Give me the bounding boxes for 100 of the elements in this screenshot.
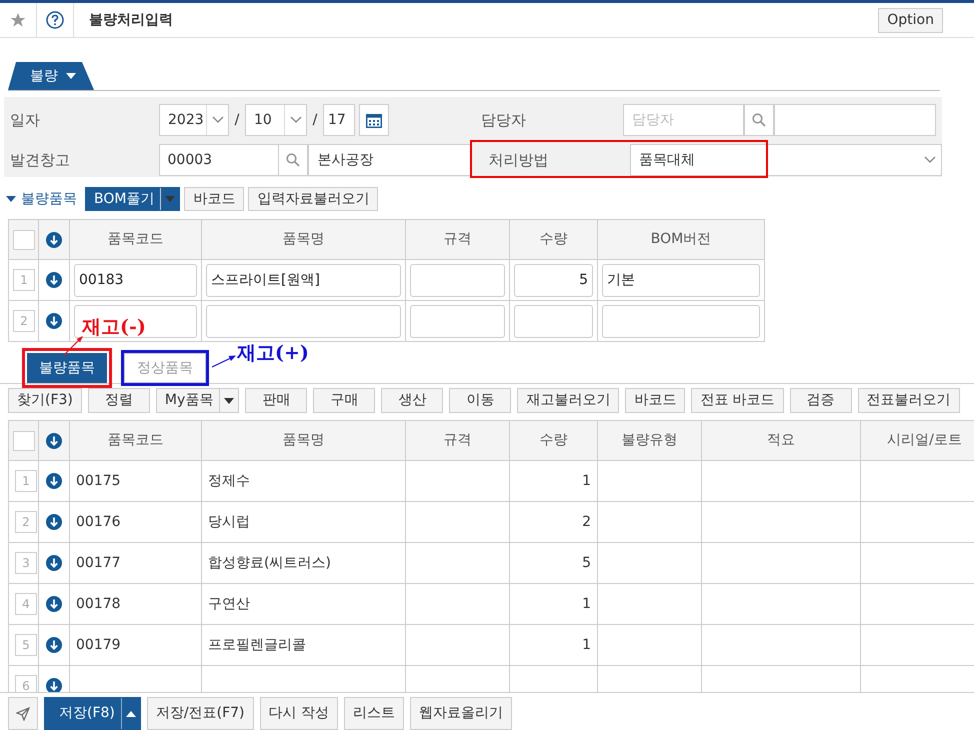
button[interactable]: 판매 xyxy=(245,388,308,413)
table-cell: 00178 xyxy=(76,596,121,612)
column-header: 규격 xyxy=(406,220,510,260)
warehouse-name-field[interactable]: 본사공장 xyxy=(308,144,472,176)
row-number: 5 xyxy=(15,634,37,656)
button[interactable]: 생산 xyxy=(381,388,444,413)
caret-down-icon xyxy=(6,196,16,202)
arrow-down-circle-icon xyxy=(46,232,62,248)
day-field[interactable]: 17 xyxy=(323,104,355,136)
search-button[interactable] xyxy=(744,104,774,136)
arrow-down-circle-icon xyxy=(46,473,62,489)
table-cell: 5 xyxy=(582,554,591,570)
quantity-field[interactable] xyxy=(514,304,593,338)
method-select[interactable]: 품목대체 xyxy=(630,144,942,176)
date-separator: / xyxy=(234,110,240,130)
arrow-down-circle-icon xyxy=(46,555,62,571)
caret-up-icon xyxy=(126,710,136,716)
month-select[interactable]: 10 xyxy=(245,104,307,136)
calendar-icon xyxy=(366,112,382,128)
field-label: 발견창고 xyxy=(9,150,71,171)
chevron-down-icon xyxy=(290,116,302,124)
column-header: 시리얼/로트 xyxy=(860,420,974,460)
item-name-field[interactable]: 스프라이트[원액] xyxy=(206,264,401,296)
calendar-button[interactable] xyxy=(359,104,389,136)
column-header: 품목명 xyxy=(202,220,406,260)
year-select[interactable]: 2023 xyxy=(159,104,229,136)
arrow-down-circle-icon xyxy=(46,272,62,288)
star-icon xyxy=(10,12,26,28)
button[interactable]: 전표불러오기 xyxy=(858,388,960,413)
select-all-checkbox[interactable] xyxy=(12,430,34,450)
chevron-down-icon xyxy=(212,116,224,124)
warehouse-code-field[interactable]: 00003 xyxy=(158,144,279,176)
button[interactable]: 재고불러오기 xyxy=(517,388,620,413)
section-toggle[interactable]: 불량품목 xyxy=(6,188,81,210)
column-header: BOM버전 xyxy=(598,220,764,260)
option-button[interactable]: Option xyxy=(878,8,943,32)
field-label: 담당자 xyxy=(480,110,527,131)
send-button[interactable] xyxy=(8,697,38,730)
save-button[interactable]: 저장(F8) xyxy=(44,697,141,730)
table-cell: 구연산 xyxy=(208,596,250,612)
split-button[interactable]: BOM풀기 xyxy=(85,187,180,211)
paper-plane-icon xyxy=(16,706,30,720)
item-code-field[interactable] xyxy=(74,304,197,338)
column-header: 적요 xyxy=(702,420,860,460)
search-button[interactable] xyxy=(278,144,308,176)
arrow-down-circle-icon xyxy=(46,432,62,448)
field-label: 처리방법 xyxy=(487,150,550,171)
item-code-field[interactable]: 00183 xyxy=(74,264,197,296)
button[interactable]: 입력자료불러오기 xyxy=(248,187,378,211)
row-number: 1 xyxy=(15,470,37,492)
button[interactable]: 바코드 xyxy=(625,388,686,413)
item-name-field[interactable] xyxy=(206,304,401,338)
table-cell: 00176 xyxy=(76,514,121,530)
form-tab[interactable]: 불량 xyxy=(8,62,94,90)
bom-version-field[interactable]: 기본 xyxy=(602,264,760,296)
spec-field[interactable] xyxy=(410,264,505,296)
quantity-field[interactable]: 5 xyxy=(514,264,593,296)
annotation-text: 재고(-) xyxy=(82,315,146,340)
button[interactable]: 검증 xyxy=(790,388,852,413)
table-cell: 정제수 xyxy=(208,472,250,488)
caret-down-icon xyxy=(165,196,176,202)
search-icon xyxy=(752,113,766,127)
help-icon xyxy=(46,11,64,29)
column-header: 수량 xyxy=(510,420,598,460)
button[interactable]: 정렬 xyxy=(88,388,150,413)
arrow-down-circle-icon xyxy=(46,313,62,329)
button[interactable]: 리스트 xyxy=(344,697,404,730)
table-cell: 2 xyxy=(582,514,591,530)
column-header: 품목코드 xyxy=(70,420,202,460)
chevron-down-icon xyxy=(924,156,936,164)
button[interactable]: 찾기(F3) xyxy=(8,388,82,413)
table-cell: 00177 xyxy=(76,554,121,570)
annotation-text: 재고(+) xyxy=(237,341,309,366)
row-number: 2 xyxy=(13,310,35,332)
spec-field[interactable] xyxy=(410,304,505,338)
button[interactable]: 구매 xyxy=(313,388,376,413)
column-header: 규격 xyxy=(406,420,510,460)
table-cell: 당시럽 xyxy=(208,514,250,530)
split-button[interactable]: My품목 xyxy=(156,388,240,413)
button[interactable]: 바코드 xyxy=(184,187,244,211)
arrow-down-circle-icon xyxy=(46,514,62,530)
caret-down-icon xyxy=(224,398,234,404)
manager-field[interactable]: 담당자 xyxy=(623,104,744,136)
button[interactable]: 다시 작성 xyxy=(260,697,338,730)
arrow-down-circle-icon xyxy=(46,596,62,612)
table-cell: 합성향료(씨트러스) xyxy=(208,554,331,570)
button[interactable]: 저장/전표(F7) xyxy=(146,697,254,730)
name-field[interactable] xyxy=(774,104,936,136)
row-number: 4 xyxy=(15,593,37,615)
button[interactable]: 전표 바코드 xyxy=(691,388,784,413)
button[interactable]: 이동 xyxy=(449,388,512,413)
date-separator: / xyxy=(312,110,318,130)
bom-version-field[interactable] xyxy=(602,304,760,338)
column-header: 품목코드 xyxy=(70,220,202,260)
select-all-checkbox[interactable] xyxy=(12,230,34,250)
button[interactable]: 웹자료올리기 xyxy=(410,697,512,730)
caret-down-icon xyxy=(66,73,76,79)
arrow-down-circle-icon xyxy=(46,637,62,653)
search-icon xyxy=(286,153,300,167)
tab[interactable]: 불량품목 xyxy=(27,353,107,383)
